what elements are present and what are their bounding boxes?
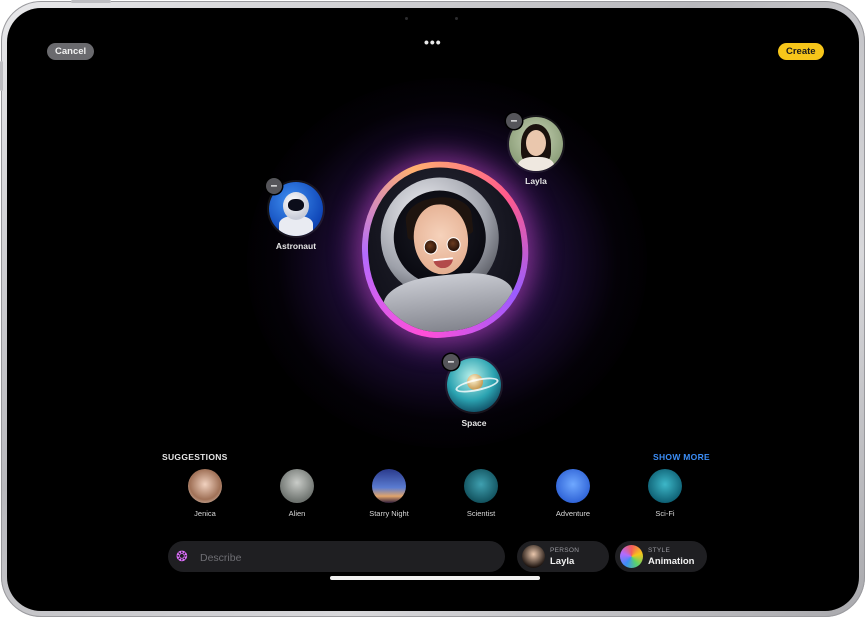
person-chip[interactable]: PERSON Layla bbox=[517, 541, 609, 572]
suggestion-starry-night[interactable]: Starry Night bbox=[353, 469, 425, 518]
suggestion-alien[interactable]: Alien bbox=[261, 469, 333, 518]
map-icon bbox=[556, 469, 590, 503]
astronaut-visor bbox=[288, 199, 304, 211]
left-eye bbox=[422, 238, 439, 256]
concept-label-layla: Layla bbox=[525, 176, 547, 186]
sensor-dot bbox=[455, 17, 458, 20]
volume-button bbox=[0, 61, 3, 91]
camera-dot bbox=[405, 17, 408, 20]
remove-layla-button[interactable]: – bbox=[506, 113, 522, 129]
ipad-frame: Cancel ••• Create – Astronaut – Layla – … bbox=[0, 0, 865, 617]
person-caption: PERSON bbox=[550, 547, 580, 554]
person-photo bbox=[526, 130, 546, 156]
remove-astronaut-button[interactable]: – bbox=[266, 178, 282, 194]
remove-space-button[interactable]: – bbox=[443, 354, 459, 370]
person-avatar bbox=[522, 545, 545, 568]
screen: Cancel ••• Create – Astronaut – Layla – … bbox=[7, 8, 859, 611]
suggestion-scientist[interactable]: Scientist bbox=[445, 469, 517, 518]
style-icon bbox=[620, 545, 643, 568]
suggestion-label: Adventure bbox=[555, 509, 591, 518]
more-options-icon[interactable]: ••• bbox=[424, 34, 442, 50]
concept-label-astronaut: Astronaut bbox=[275, 241, 317, 251]
create-button[interactable]: Create bbox=[778, 43, 824, 60]
show-more-button[interactable]: SHOW MORE bbox=[653, 452, 710, 462]
home-indicator[interactable] bbox=[330, 576, 540, 580]
suggestion-sci-fi[interactable]: Sci-Fi bbox=[629, 469, 701, 518]
describe-field[interactable]: ❂ bbox=[168, 541, 505, 572]
suggestion-label: Starry Night bbox=[369, 509, 409, 518]
concept-label-space: Space bbox=[461, 418, 487, 428]
layla-shirt bbox=[518, 157, 554, 171]
ufo-icon bbox=[648, 469, 682, 503]
mouth bbox=[433, 257, 454, 270]
style-chip[interactable]: STYLE Animation bbox=[615, 541, 707, 572]
suggestion-adventure[interactable]: Adventure bbox=[537, 469, 609, 518]
right-eye bbox=[445, 236, 462, 253]
style-caption: STYLE bbox=[648, 547, 671, 554]
suggestions-title: SUGGESTIONS bbox=[162, 452, 228, 462]
describe-input[interactable] bbox=[198, 547, 492, 568]
planet-ring bbox=[454, 374, 500, 396]
starry-night-icon bbox=[372, 469, 406, 503]
alien-icon bbox=[280, 469, 314, 503]
top-button bbox=[71, 0, 111, 3]
suggestion-jenica[interactable]: Jenica bbox=[169, 469, 241, 518]
image-playground-icon: ❂ bbox=[176, 548, 188, 564]
suggestion-label: Jenica bbox=[194, 509, 216, 518]
flask-icon bbox=[464, 469, 498, 503]
suggestion-label: Scientist bbox=[466, 509, 496, 518]
suggestion-label: Sci-Fi bbox=[655, 509, 675, 518]
person-value: Layla bbox=[550, 556, 575, 567]
style-value: Animation bbox=[648, 556, 695, 567]
suggestion-label: Alien bbox=[288, 509, 306, 518]
jenica-avatar bbox=[188, 469, 222, 503]
cancel-button[interactable]: Cancel bbox=[47, 43, 95, 60]
generated-image-content bbox=[359, 159, 531, 339]
astronaut-icon bbox=[283, 192, 309, 220]
